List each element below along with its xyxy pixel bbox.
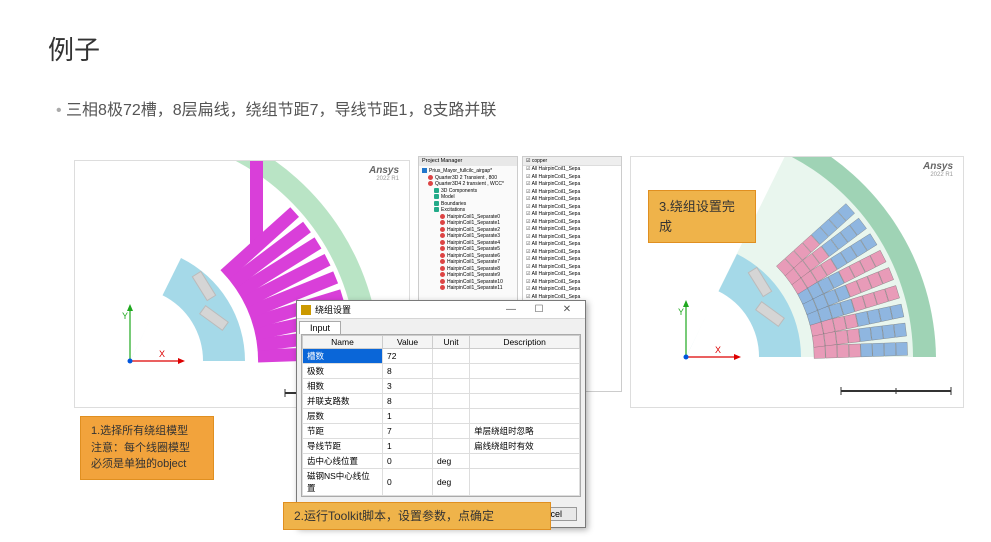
project-manager-tree[interactable]: Project Manager Prius_Mayor_fullcilc_air… (418, 156, 518, 306)
list-item[interactable]: All HairpinCoil1_Sepa (523, 196, 621, 204)
axis-x-label: X (715, 345, 721, 355)
col-name: Name (303, 336, 383, 349)
list-item[interactable]: All HairpinCoil1_Sepa (523, 174, 621, 182)
dialog-icon (301, 305, 311, 315)
page-title: 例子 (48, 30, 100, 67)
callout-step-3: 3.绕组设置完成 (648, 190, 756, 243)
list-item[interactable]: All HairpinCoil1_Sepa (523, 286, 621, 294)
param-row[interactable]: 槽数72 (303, 349, 580, 364)
param-row[interactable]: 并联支路数8 (303, 394, 580, 409)
list-item[interactable]: All HairpinCoil1_Sepa (523, 249, 621, 257)
callout-step-1: 1.选择所有绕组模型 注意：每个线圈模型 必须是单独的object (80, 416, 214, 480)
dialog-title: 绕组设置 (315, 303, 351, 316)
param-row[interactable]: 相数3 (303, 379, 580, 394)
list-item[interactable]: All HairpinCoil1_Sepa (523, 264, 621, 272)
list-item[interactable]: All HairpinCoil1_Sepa (523, 279, 621, 287)
tab-input[interactable]: Input (299, 321, 341, 334)
list-item[interactable]: All HairpinCoil1_Sepa (523, 241, 621, 249)
list-item[interactable]: All HairpinCoil1_Sepa (523, 166, 621, 174)
axis-x-label: X (159, 349, 165, 359)
col-unit: Unit (433, 336, 470, 349)
list-item[interactable]: All HairpinCoil1_Sepa (523, 271, 621, 279)
list-item[interactable]: All HairpinCoil1_Sepa (523, 211, 621, 219)
minimize-icon[interactable]: — (497, 304, 525, 315)
col-value: Value (383, 336, 433, 349)
list-item[interactable]: All HairpinCoil1_Sepa (523, 219, 621, 227)
param-row[interactable]: 导线节距1扁线绕组时有效 (303, 439, 580, 454)
winding-settings-dialog: 绕组设置 — ☐ ✕ Input Name Value Unit Descrip… (296, 300, 586, 528)
axis-y-label: Y (122, 311, 128, 321)
param-row[interactable]: 极数8 (303, 364, 580, 379)
list-item[interactable]: All HairpinCoil1_Sepa (523, 256, 621, 264)
col-desc: Description (470, 336, 580, 349)
param-row[interactable]: 层数1 (303, 409, 580, 424)
tree-coil-item[interactable]: HairpinCoil1_Separate11 (422, 285, 514, 292)
list-item[interactable]: All HairpinCoil1_Sepa (523, 181, 621, 189)
list-item[interactable]: All HairpinCoil1_Sepa (523, 234, 621, 242)
maximize-icon[interactable]: ☐ (525, 304, 553, 315)
list-item[interactable]: All HairpinCoil1_Sepa (523, 189, 621, 197)
list-item[interactable]: All HairpinCoil1_Sepa (523, 226, 621, 234)
subtitle-spec: 三相8极72槽，8层扁线，绕组节距7，导线节距1，8支路并联 (56, 96, 496, 120)
axis-y-label: Y (678, 307, 684, 317)
param-row[interactable]: 磁钢NS中心线位置0deg (303, 469, 580, 496)
callout-step-2: 2.运行Toolkit脚本，设置参数，点确定 (283, 502, 551, 530)
list-item[interactable]: All HairpinCoil1_Sepa (523, 204, 621, 212)
close-icon[interactable]: ✕ (553, 304, 581, 315)
params-table: Name Value Unit Description 槽数72极数8相数3并联… (302, 335, 580, 496)
list-header[interactable]: ☑ copper (523, 157, 621, 166)
dialog-titlebar[interactable]: 绕组设置 — ☐ ✕ (297, 301, 585, 319)
tree-title: Project Manager (419, 157, 517, 166)
param-row[interactable]: 节距7单层绕组时忽略 (303, 424, 580, 439)
param-row[interactable]: 齿中心线位置0deg (303, 454, 580, 469)
